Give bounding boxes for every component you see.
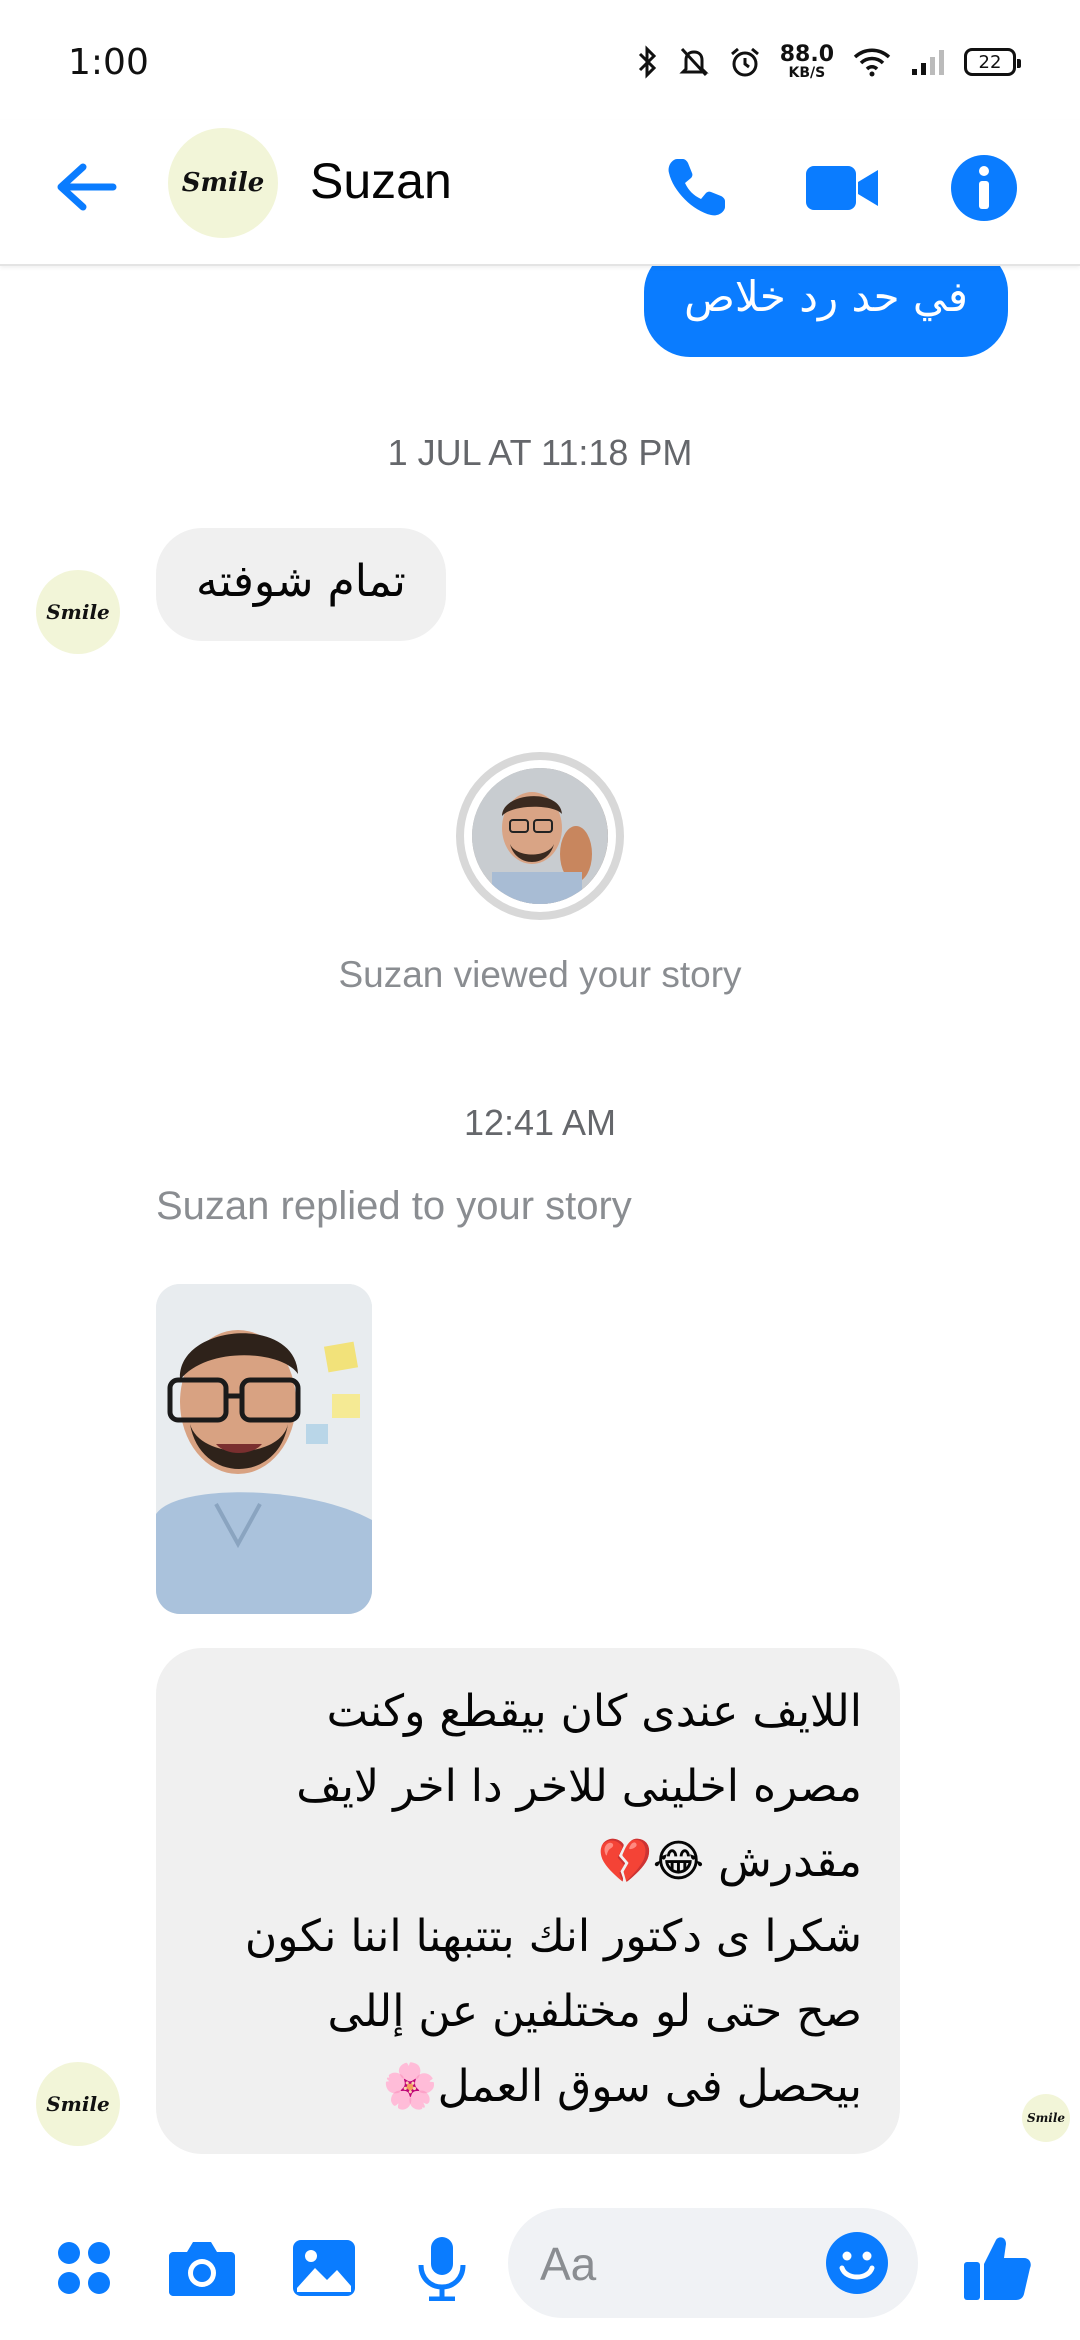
message-line: اللايف عندى كان بيقطع وكنت [326,1686,862,1737]
bluetooth-icon [638,45,656,79]
gallery-button[interactable] [286,2230,362,2306]
thumbs-up-icon [964,2237,1031,2300]
outgoing-message[interactable]: في حد رد خلاص [644,266,1008,357]
message-line: بيحصل فى سوق العمل🌸 [382,2061,862,2112]
signal-icon [912,50,944,75]
call-button[interactable] [656,148,736,228]
camera-icon [169,2242,235,2296]
wifi-icon [853,48,891,77]
avatar-logo-text: Smile [46,2092,110,2116]
contact-avatar[interactable]: Smile [168,128,278,238]
info-button[interactable] [944,148,1024,228]
status-icons: 88.0 KB/S 22 [636,42,1021,81]
message-input[interactable] [540,2234,820,2294]
network-speed-unit: KB/S [788,65,826,81]
story-viewed-caption: Suzan viewed your story [338,954,742,995]
emoji-icon [826,2232,888,2294]
message-list[interactable]: في حد رد خلاص 1 JUL AT 11:18 PM Smile تم… [0,266,1080,2186]
story-reply-image[interactable] [156,1284,372,1614]
message-line: صح حتى لو مختلفين عن إللى [327,1986,862,2037]
voice-button[interactable] [404,2230,480,2306]
avatar-logo-text: Smile [1026,2111,1066,2125]
network-speed-value: 88.0 [779,42,834,67]
microphone-icon [418,2237,466,2301]
person-photo-icon [156,1284,372,1614]
status-bar: 1:00 88.0 KB/S 22 [0,0,1080,120]
video-call-button[interactable] [802,148,882,228]
story-thumbnail-image [472,768,608,904]
read-receipt-avatar: Smile [1022,2094,1070,2142]
person-photo-icon [472,768,608,904]
message-input-pill[interactable] [508,2208,918,2318]
info-icon [951,155,1017,221]
timestamp-divider: 1 JUL AT 11:18 PM [387,432,693,473]
alarm-icon [730,47,759,77]
incoming-message-long[interactable]: اللايف عندى كان بيقطع وكنت مصره اخلينى ل… [156,1648,900,2154]
sender-avatar[interactable]: Smile [36,570,120,654]
video-camera-icon [806,166,878,210]
message-line: مصره اخلينى للاخر دا اخر لايف [296,1761,862,1812]
emoji-button[interactable] [822,2228,892,2298]
image-icon [293,2240,355,2296]
network-speed: 88.0 KB/S [779,42,834,81]
mute-bell-icon [679,47,709,77]
avatar-logo-text: Smile [46,600,110,624]
message-line: شكرا ى دكتور انك بتتبهنا اننا نكون [244,1911,862,1962]
timestamp-divider: 12:41 AM [463,1102,617,1143]
battery-indicator: 22 [964,48,1021,76]
message-line: مقدرش 😂💔 [597,1836,862,1887]
sender-avatar[interactable]: Smile [36,2062,120,2146]
message-composer [0,2186,1080,2340]
arrow-left-icon [57,163,117,211]
apps-grid-icon [58,2242,110,2294]
avatar-logo-text: Smile [181,168,265,198]
apps-button[interactable] [46,2230,122,2306]
chat-header: Smile Suzan [0,120,1080,266]
incoming-message[interactable]: تمام شوفته [156,528,446,641]
story-reply-label: Suzan replied to your story [156,1184,632,1228]
contact-name[interactable]: Suzan [310,152,452,210]
like-button[interactable] [960,2230,1036,2306]
story-viewed-thumbnail[interactable] [456,752,624,920]
phone-icon [668,159,725,216]
camera-button[interactable] [164,2230,240,2306]
back-button[interactable] [50,152,120,222]
status-time: 1:00 [68,42,149,83]
